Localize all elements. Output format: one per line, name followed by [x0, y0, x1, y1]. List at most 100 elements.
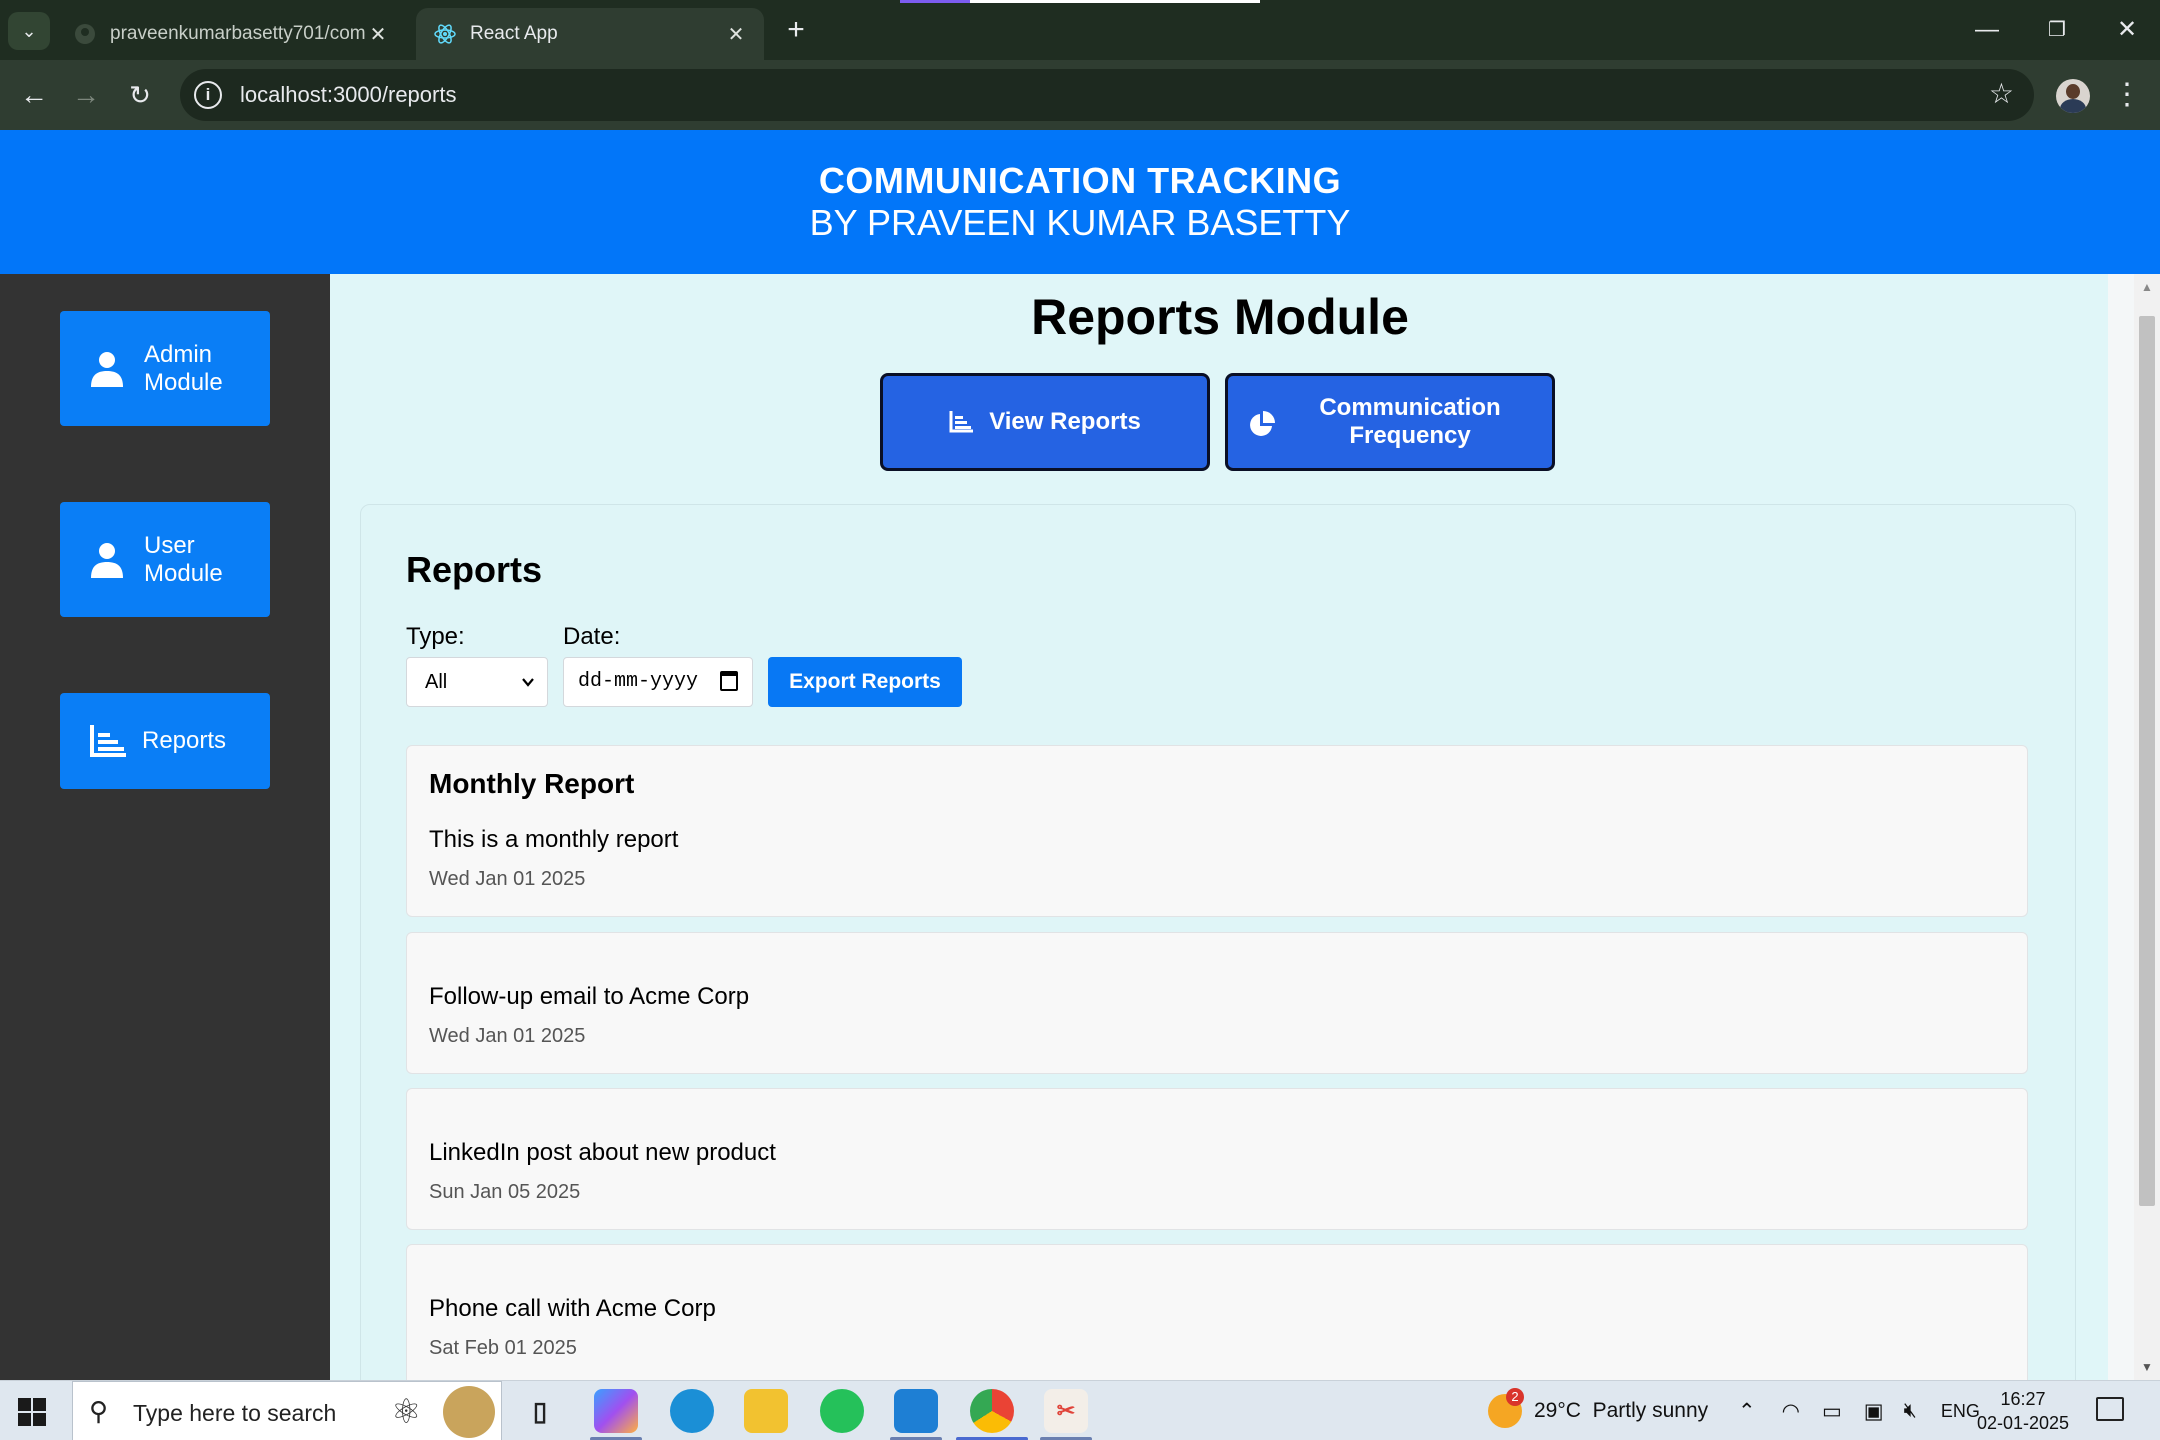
sidebar-item-label: Admin [144, 340, 213, 368]
app-title: COMMUNICATION TRACKING [818, 160, 1342, 201]
reports-heading: Reports [406, 549, 543, 590]
type-select-value: All [425, 671, 448, 693]
type-label: Type: [406, 623, 465, 650]
browser-tab-bar: ⌄ praveenkumarbasetty701/comm ✕ React Ap… [0, 0, 2160, 60]
export-reports-button[interactable]: Export Reports [768, 657, 962, 707]
web-page: COMMUNICATION TRACKING BY PRAVEEN KUMAR … [0, 130, 2160, 1380]
battery-icon[interactable]: ▭ [1822, 1399, 1842, 1424]
scrollbar-thumb[interactable] [2139, 316, 2155, 1206]
page-margin [2108, 274, 2134, 1380]
search-highlight-icon [443, 1386, 495, 1438]
volume-muted-icon[interactable]: 🔇︎ [1904, 1399, 1917, 1423]
notification-icon[interactable] [2096, 1397, 2124, 1421]
user-icon [90, 542, 124, 578]
clock-date: 02-01-2025 [1976, 1413, 2070, 1433]
main-content: Reports Module View Reports Communicatio… [330, 274, 2108, 1380]
clock-time: 16:27 [2000, 1389, 2046, 1409]
close-icon[interactable]: ✕ [366, 22, 390, 47]
meet-now-icon[interactable]: ▣ [1864, 1399, 1884, 1424]
view-reports-label: View Reports [989, 408, 1141, 435]
chevron-up-icon[interactable]: ⌃ [1738, 1399, 1756, 1424]
tab-react-app[interactable]: React App ✕ [416, 8, 764, 60]
edge-icon[interactable] [670, 1389, 714, 1433]
close-window-button[interactable]: ✕ [2104, 10, 2150, 50]
site-info-icon[interactable]: i [194, 81, 222, 109]
page-title: Reports Module [1031, 289, 1409, 345]
frequency-label: Frequency [1349, 422, 1471, 449]
calendar-icon[interactable] [720, 671, 738, 691]
back-arrow-icon[interactable]: ← [14, 75, 54, 115]
bar-chart-icon [949, 411, 974, 433]
address-bar[interactable]: i localhost:3000/reports ☆ [180, 69, 2034, 121]
vscode-icon[interactable] [894, 1389, 938, 1433]
search-icon: ⚲ [89, 1396, 109, 1426]
app-header: COMMUNICATION TRACKING BY PRAVEEN KUMAR … [0, 130, 2160, 274]
report-description: Phone call with Acme Corp [429, 1295, 716, 1322]
react-icon [434, 23, 456, 45]
sidebar-item-user-module[interactable]: User Module [60, 502, 270, 617]
wifi-icon[interactable]: ◠ [1782, 1399, 1800, 1424]
chevron-down-icon: ⌄ [21, 20, 37, 41]
page-scrollbar[interactable]: ▲ ▼ [2134, 274, 2160, 1380]
forward-arrow-icon[interactable]: → [66, 75, 106, 115]
close-icon[interactable]: ✕ [724, 22, 748, 47]
view-reports-button[interactable]: View Reports [880, 373, 1210, 471]
profile-avatar[interactable] [2056, 79, 2090, 113]
snipping-tool-icon[interactable]: ✂ [1044, 1389, 1088, 1433]
minimize-button[interactable]: — [1964, 10, 2010, 50]
weather-icon: 2 [1488, 1388, 1524, 1428]
report-title: Monthly Report [429, 768, 635, 799]
browser-toolbar: ← → ↻ i localhost:3000/reports ☆ ⋮ [0, 60, 2160, 130]
tab-title: React App [470, 23, 558, 44]
pie-chart-icon [1248, 410, 1276, 438]
sidebar-item-reports[interactable]: Reports [60, 693, 270, 789]
date-input[interactable]: dd-mm-yyyy [563, 657, 753, 707]
chrome-icon[interactable] [970, 1389, 1014, 1433]
taskbar-search[interactable]: ⚲ Type here to search ⚛ [72, 1381, 502, 1440]
report-description: Follow-up email to Acme Corp [429, 983, 750, 1010]
report-card: Monthly Report This is a monthly report … [406, 745, 2028, 917]
report-card: Follow-up email to Acme Corp Wed Jan 01 … [406, 932, 2028, 1074]
url-text[interactable]: localhost:3000/reports [240, 82, 456, 108]
report-card: LinkedIn post about new product Sun Jan … [406, 1088, 2028, 1230]
date-input-placeholder: dd-mm-yyyy [578, 670, 699, 693]
scroll-down-icon[interactable]: ▼ [2141, 1360, 2153, 1374]
sidebar-item-label: Module [144, 368, 223, 396]
tab-title: praveenkumarbasetty701/comm [110, 23, 366, 44]
reports-panel: Reports Type: Date: All dd-mm-yyyy Expor… [360, 504, 2076, 1380]
report-date: Wed Jan 01 2025 [429, 1025, 586, 1047]
windows-start-icon[interactable] [18, 1398, 46, 1426]
date-label: Date: [563, 623, 621, 650]
type-select[interactable]: All [406, 657, 548, 707]
communication-frequency-button[interactable]: Communication Frequency [1225, 373, 1555, 471]
report-card: Phone call with Acme Corp Sat Feb 01 202… [406, 1244, 2028, 1380]
sidebar-item-admin-module[interactable]: Admin Module [60, 311, 270, 426]
scroll-up-icon[interactable]: ▲ [2141, 280, 2153, 294]
weather-text: 29°C Partly sunny [1534, 1399, 1709, 1422]
reload-icon[interactable]: ↻ [120, 75, 160, 115]
chevron-down-icon [521, 658, 535, 726]
file-explorer-icon[interactable] [744, 1389, 788, 1433]
taskbar-clock[interactable]: 16:27 02-01-2025 [1968, 1387, 2078, 1435]
tab-search-button[interactable]: ⌄ [8, 12, 50, 50]
restore-button[interactable]: ❐ [2034, 10, 2080, 50]
report-date: Wed Jan 01 2025 [429, 868, 586, 890]
report-description: This is a monthly report [429, 826, 679, 853]
new-tab-button[interactable]: + [776, 12, 816, 50]
report-description: LinkedIn post about new product [429, 1139, 776, 1166]
app-subtitle: BY PRAVEEN KUMAR BASETTY [809, 202, 1351, 243]
bookmark-star-icon[interactable]: ☆ [1989, 77, 2014, 110]
more-menu-icon[interactable]: ⋮ [2110, 75, 2144, 115]
weather-badge: 2 [1506, 1388, 1524, 1406]
sidebar-item-label: User [144, 531, 195, 559]
user-icon [90, 351, 124, 387]
whatsapp-icon[interactable] [820, 1389, 864, 1433]
sidebar-item-label: Module [144, 559, 223, 587]
report-date: Sun Jan 05 2025 [429, 1181, 581, 1203]
report-date: Sat Feb 01 2025 [429, 1337, 577, 1359]
task-view-icon[interactable]: ▯ [518, 1389, 562, 1433]
copilot-icon[interactable] [594, 1389, 638, 1433]
frequency-label: Communication [1319, 394, 1501, 421]
weather-widget[interactable]: 2 29°C Partly sunny [1488, 1381, 1708, 1440]
tab-github[interactable]: praveenkumarbasetty701/comm ✕ [56, 8, 406, 60]
